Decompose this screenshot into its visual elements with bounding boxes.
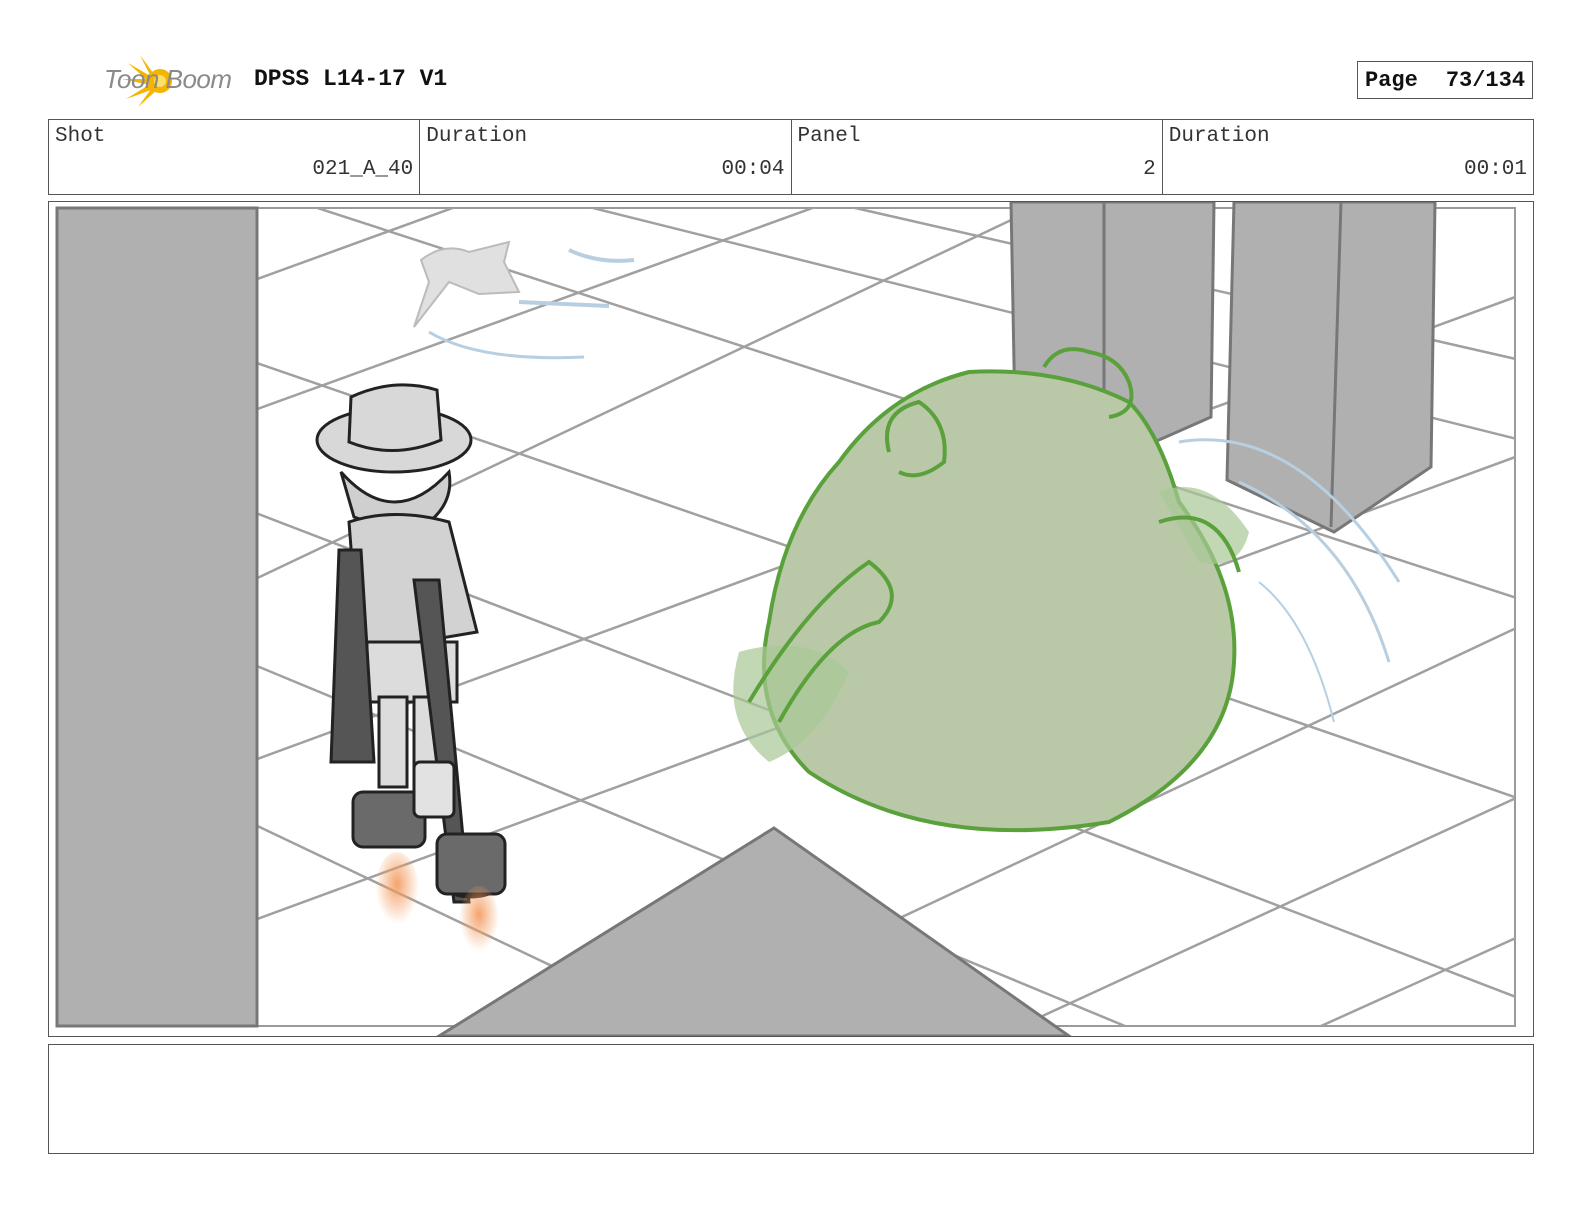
logo-text: Toon Boom	[104, 64, 232, 94]
page-indicator: Page 73/134	[1357, 61, 1533, 99]
shot-duration-value: 00:04	[721, 158, 785, 181]
panel-duration-value: 00:01	[1463, 158, 1527, 181]
panel-cell: Panel 2	[792, 120, 1163, 194]
panel-duration-cell: Duration 00:01	[1163, 120, 1533, 194]
panel-illustration	[49, 202, 1533, 1036]
left-boot-flame	[375, 852, 419, 932]
shot-value: 021_A_40	[312, 158, 414, 181]
shot-duration-label: Duration	[426, 125, 528, 148]
left-wall	[55, 206, 259, 1028]
shot-label: Shot	[55, 125, 106, 148]
storyboard-panel	[48, 201, 1534, 1037]
shot-duration-cell: Duration 00:04	[420, 120, 792, 194]
panel-label: Panel	[797, 125, 861, 148]
right-boot-flame	[459, 886, 499, 958]
document-title: DPSS L14-17 V1	[254, 66, 448, 92]
caption-box	[48, 1044, 1534, 1154]
shot-info-table: Shot 021_A_40 Duration 00:04 Panel 2 Dur…	[48, 119, 1534, 195]
page-number: 73/134	[1445, 67, 1526, 93]
panel-duration-label: Duration	[1168, 125, 1270, 148]
shot-cell: Shot 021_A_40	[49, 120, 421, 194]
panel-value: 2	[1143, 158, 1156, 181]
page-label: Page	[1365, 67, 1418, 93]
